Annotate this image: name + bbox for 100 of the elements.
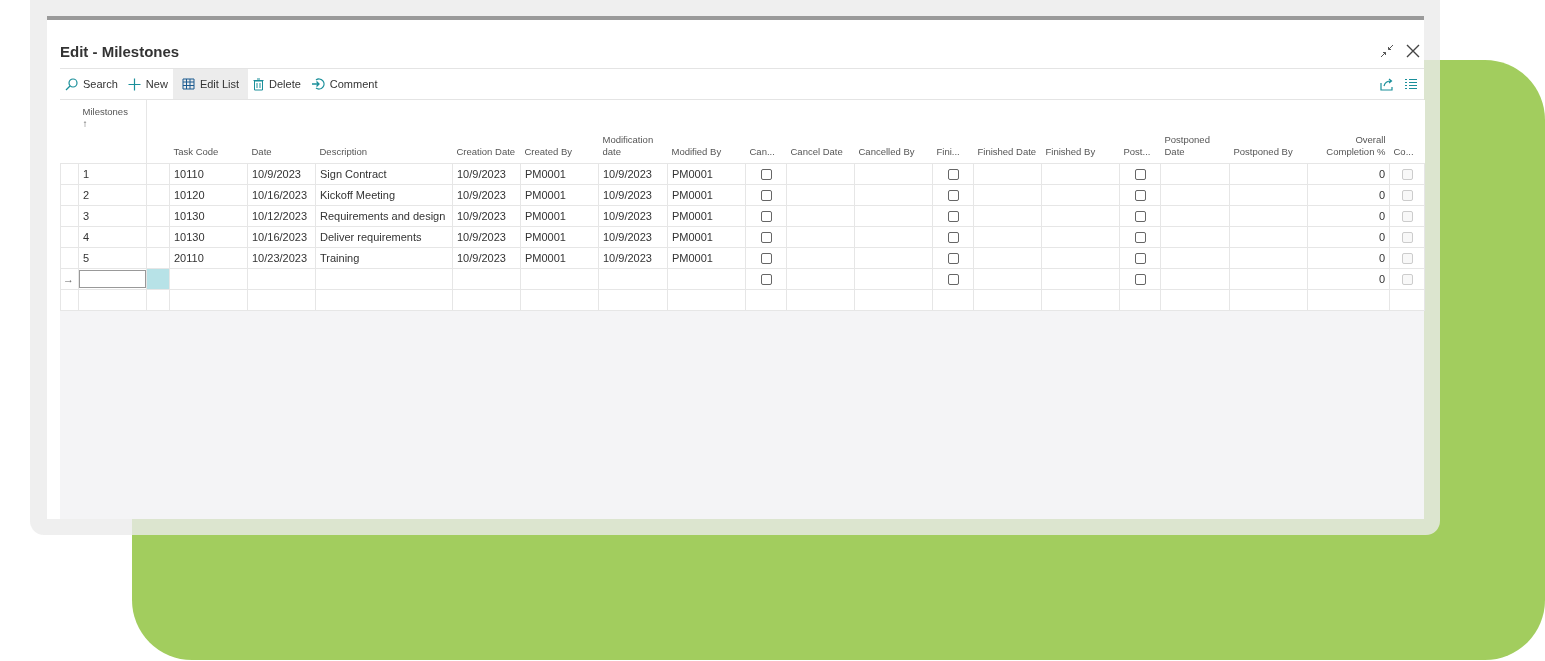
table-cell: 10/16/2023 bbox=[252, 189, 308, 201]
column-header[interactable]: Task Code bbox=[173, 146, 219, 158]
toolbar-button[interactable]: Comment bbox=[305, 69, 383, 99]
column-header[interactable]: Date bbox=[251, 146, 272, 158]
table-cell: Training bbox=[320, 252, 360, 264]
grid-icon bbox=[181, 78, 195, 90]
table-cell: 10/9/2023 bbox=[603, 252, 652, 264]
input-field[interactable] bbox=[79, 270, 146, 288]
trash-icon bbox=[253, 77, 264, 91]
column-header[interactable]: Milestones bbox=[82, 106, 128, 118]
sort-arrow[interactable]: ↑ bbox=[82, 118, 142, 129]
table-cell: PM0001 bbox=[525, 189, 566, 201]
column-header[interactable]: Cancelled By bbox=[858, 146, 915, 158]
table-cell: 3 bbox=[83, 210, 90, 222]
checkbox[interactable] bbox=[947, 232, 959, 244]
table-cell: PM0001 bbox=[525, 231, 566, 243]
column-header[interactable]: Postponed By bbox=[1233, 146, 1293, 158]
column-header[interactable]: Fini... bbox=[936, 146, 960, 158]
table-cell: PM0001 bbox=[525, 168, 566, 180]
table-cell: 2 bbox=[83, 189, 90, 201]
table-cell: 10/9/2023 bbox=[603, 168, 652, 180]
table-cell: 0 bbox=[1378, 189, 1385, 201]
table-cell: 10130 bbox=[174, 231, 205, 243]
table-cell: 10/9/2023 bbox=[603, 210, 652, 222]
table-cell: 5 bbox=[83, 252, 90, 264]
checkbox[interactable] bbox=[1134, 211, 1146, 223]
checkbox[interactable] bbox=[1134, 190, 1146, 202]
checkbox[interactable] bbox=[760, 190, 772, 202]
checkbox[interactable] bbox=[947, 190, 959, 202]
search-icon bbox=[65, 77, 78, 91]
column-header[interactable]: Overall Completion % bbox=[1311, 134, 1386, 158]
dialog-title: Edit - Milestones bbox=[60, 42, 180, 60]
checkbox[interactable] bbox=[947, 253, 959, 265]
table-cell: PM0001 bbox=[525, 252, 566, 264]
column-header[interactable]: Created By bbox=[524, 146, 573, 158]
table-cell: 10/9/2023 bbox=[252, 168, 301, 180]
column-header[interactable]: Post... bbox=[1123, 146, 1151, 158]
table-cell: 10/9/2023 bbox=[603, 189, 652, 201]
toolbar-button[interactable]: Search bbox=[60, 69, 123, 99]
table-cell: PM0001 bbox=[672, 252, 713, 264]
column-header[interactable]: Can... bbox=[749, 146, 775, 158]
table-cell: 10/16/2023 bbox=[252, 231, 308, 243]
column-header[interactable]: Finished By bbox=[1045, 146, 1096, 158]
checkbox[interactable] bbox=[760, 253, 772, 265]
table-cell: 10/12/2023 bbox=[252, 210, 308, 222]
table-cell: 20110 bbox=[174, 252, 204, 264]
checkbox[interactable] bbox=[1134, 232, 1146, 244]
table-cell: PM0001 bbox=[672, 210, 713, 222]
row-arrow: → bbox=[63, 273, 74, 285]
table-cell: 10/9/2023 bbox=[457, 231, 506, 243]
table-cell: 10130 bbox=[174, 210, 205, 222]
plus-icon bbox=[127, 77, 141, 91]
checkbox[interactable] bbox=[760, 169, 772, 181]
toolbar-button[interactable]: New bbox=[122, 69, 173, 99]
checkbox[interactable] bbox=[1134, 169, 1146, 181]
column-header[interactable]: Co... bbox=[1393, 146, 1414, 158]
checkbox[interactable] bbox=[947, 274, 959, 286]
checkbox[interactable] bbox=[760, 274, 772, 286]
share-icon[interactable] bbox=[1380, 77, 1394, 91]
close-icon[interactable] bbox=[1405, 43, 1421, 59]
table-cell: 1 bbox=[83, 168, 90, 180]
toolbar-button[interactable]: Delete bbox=[248, 69, 306, 99]
table-cell: Deliver requirements bbox=[320, 231, 422, 243]
table-cell: Requirements and design bbox=[320, 210, 446, 222]
column-header[interactable]: Cancel Date bbox=[790, 146, 843, 158]
table-cell: Kickoff Meeting bbox=[320, 189, 395, 201]
collapse-icon[interactable] bbox=[1379, 43, 1395, 59]
table-cell: Sign Contract bbox=[320, 168, 387, 180]
column-header[interactable]: Modification date bbox=[602, 134, 664, 158]
table-cell: 10/9/2023 bbox=[457, 189, 506, 201]
checkbox[interactable] bbox=[760, 211, 772, 223]
column-header[interactable]: Creation Date bbox=[456, 146, 516, 158]
table-cell: 10/23/2023 bbox=[252, 252, 308, 264]
checkbox[interactable] bbox=[1134, 253, 1146, 265]
table-cell: 0 bbox=[1378, 168, 1385, 180]
table-cell: 0 bbox=[1378, 252, 1385, 264]
column-header[interactable]: Postponed Date bbox=[1164, 134, 1226, 158]
table-cell: 10110 bbox=[174, 168, 204, 180]
table-cell: 10/9/2023 bbox=[457, 252, 506, 264]
table-cell: 0 bbox=[1378, 231, 1385, 243]
table-cell: 10/9/2023 bbox=[457, 168, 506, 180]
table-cell: PM0001 bbox=[525, 210, 566, 222]
table-cell: 0 bbox=[1378, 273, 1385, 285]
table-cell: 4 bbox=[83, 231, 90, 243]
checkbox[interactable] bbox=[1134, 274, 1146, 286]
checkbox[interactable] bbox=[760, 232, 772, 244]
table-cell: 0 bbox=[1378, 210, 1385, 222]
table-cell: PM0001 bbox=[672, 231, 713, 243]
table-cell: PM0001 bbox=[672, 168, 713, 180]
column-header[interactable]: Finished Date bbox=[977, 146, 1037, 158]
checkbox[interactable] bbox=[947, 169, 959, 181]
column-header[interactable]: Modified By bbox=[671, 146, 722, 158]
table-cell: PM0001 bbox=[672, 189, 713, 201]
toolbar-button[interactable]: Edit List bbox=[172, 69, 248, 99]
table-cell: 10/9/2023 bbox=[457, 210, 506, 222]
checkbox[interactable] bbox=[947, 211, 959, 223]
table-cell: 10/9/2023 bbox=[603, 231, 652, 243]
table-cell: 10120 bbox=[174, 189, 205, 201]
column-header[interactable]: Description bbox=[319, 146, 368, 158]
list-view-icon[interactable] bbox=[1404, 78, 1418, 90]
